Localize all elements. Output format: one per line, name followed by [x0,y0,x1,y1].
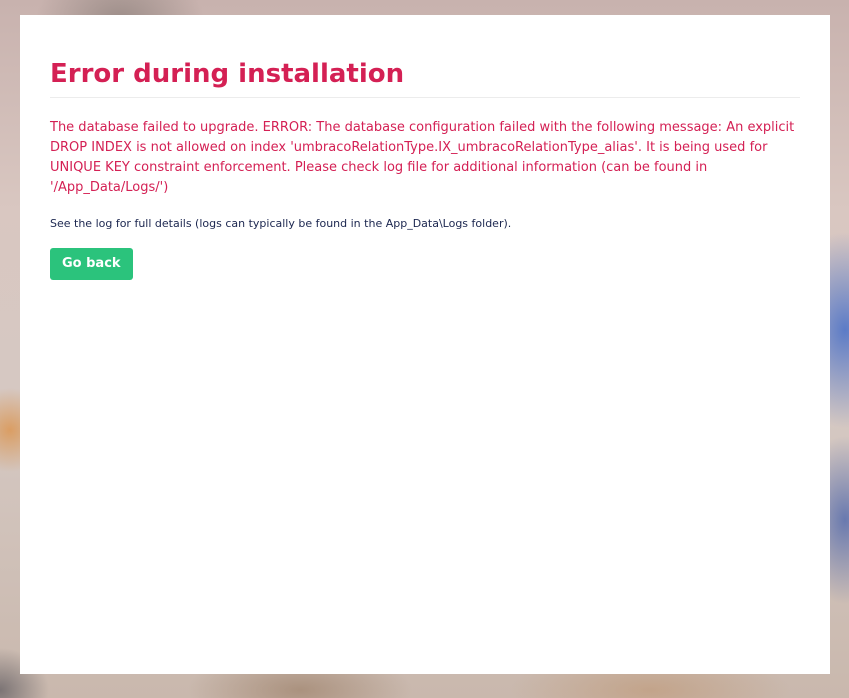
installer-error-panel: Error during installation The database f… [20,15,830,674]
page-title: Error during installation [50,55,800,98]
go-back-button[interactable]: Go back [50,248,133,280]
log-hint-text: See the log for full details (logs can t… [50,217,512,230]
error-message: The database failed to upgrade. ERROR: T… [50,120,795,195]
